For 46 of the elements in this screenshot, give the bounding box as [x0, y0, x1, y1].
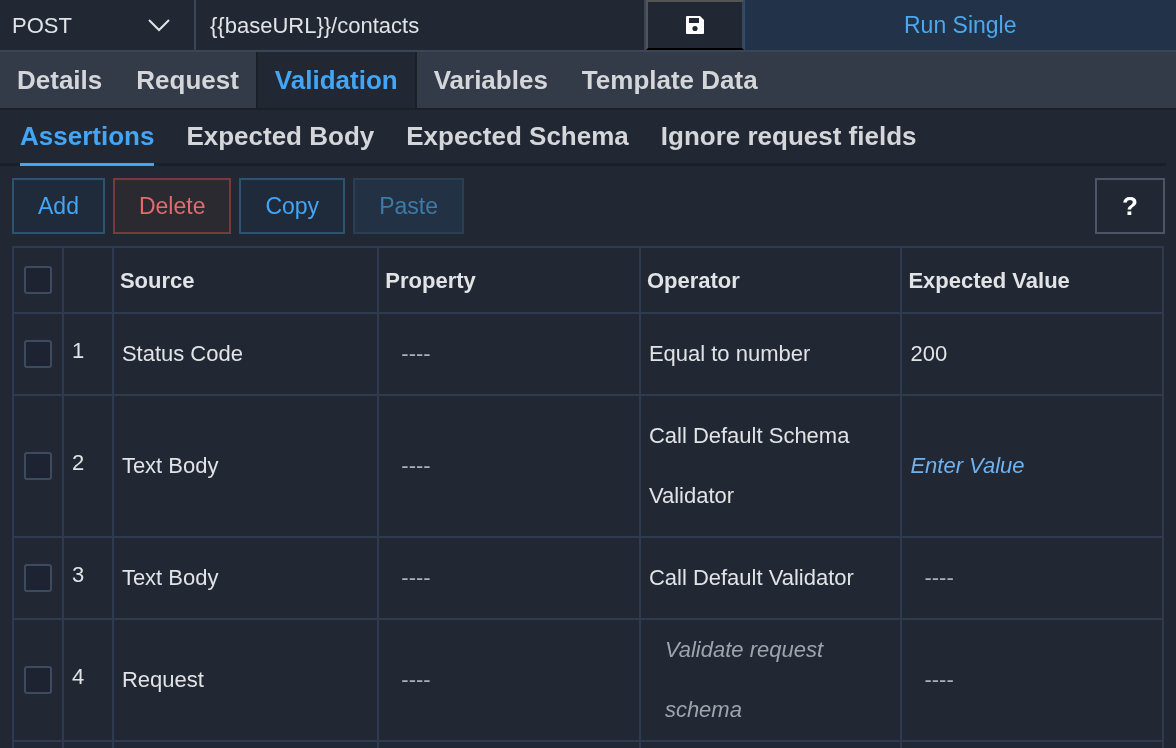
tab[interactable]: Request: [119, 52, 256, 108]
tab[interactable]: Template Data: [564, 52, 775, 108]
table-cell-text: Call Default Schema Validator: [648, 422, 851, 510]
table-cell-text: Call Default Validator: [648, 564, 854, 592]
table-cell-text: 200: [910, 340, 948, 368]
subtab[interactable]: Expected Body: [186, 110, 375, 166]
table-cell-text: Text Body: [121, 452, 219, 480]
checkbox[interactable]: [24, 266, 52, 294]
run-button[interactable]: Run Single: [743, 0, 1176, 50]
toolbar-button[interactable]: Copy: [239, 178, 346, 234]
subtab[interactable]: Ignore request fields: [660, 110, 917, 166]
checkbox[interactable]: [24, 666, 52, 694]
table-cell-text: Request: [121, 666, 204, 694]
column-header: Property: [385, 267, 476, 293]
table-cell-text: ----: [923, 564, 954, 592]
delete-button[interactable]: Delete: [112, 178, 232, 234]
table-cell-text: Status Code: [121, 340, 243, 368]
subtab[interactable]: Assertions: [20, 110, 155, 166]
subtab[interactable]: Expected Schema: [406, 110, 629, 166]
tab[interactable]: Variables: [416, 52, 565, 108]
save-button[interactable]: [645, 0, 744, 50]
chevron-down-icon: [148, 18, 170, 32]
checkbox[interactable]: [24, 340, 52, 368]
help-button[interactable]: ?: [1095, 178, 1165, 234]
row-number: 1: [71, 337, 85, 363]
checkbox[interactable]: [24, 564, 52, 592]
table-cell-text: ----: [400, 564, 431, 592]
row-number: 4: [71, 663, 85, 689]
table-cell-text: ----: [400, 666, 431, 694]
column-header: Expected Value: [908, 267, 1070, 293]
column-header: Source: [119, 267, 195, 293]
table-cell-text: Equal to number: [648, 340, 811, 368]
checkbox[interactable]: [24, 452, 52, 480]
table-cell-text: ----: [923, 666, 954, 694]
toolbar-button[interactable]: Add: [12, 178, 105, 234]
table-cell-text: ----: [400, 452, 431, 480]
hint-text: Validate request schema: [663, 636, 825, 724]
row-number: 3: [71, 561, 85, 587]
row-number: 2: [71, 449, 85, 475]
value-placeholder[interactable]: Enter Value: [910, 436, 1025, 496]
column-header: Operator: [646, 267, 740, 293]
table-cell-text: Text Body: [121, 564, 219, 592]
tab[interactable]: Validation: [255, 52, 417, 108]
method-dropdown[interactable]: POST: [0, 0, 196, 50]
tab[interactable]: Details: [0, 52, 120, 108]
table-cell-text: ----: [400, 340, 431, 368]
